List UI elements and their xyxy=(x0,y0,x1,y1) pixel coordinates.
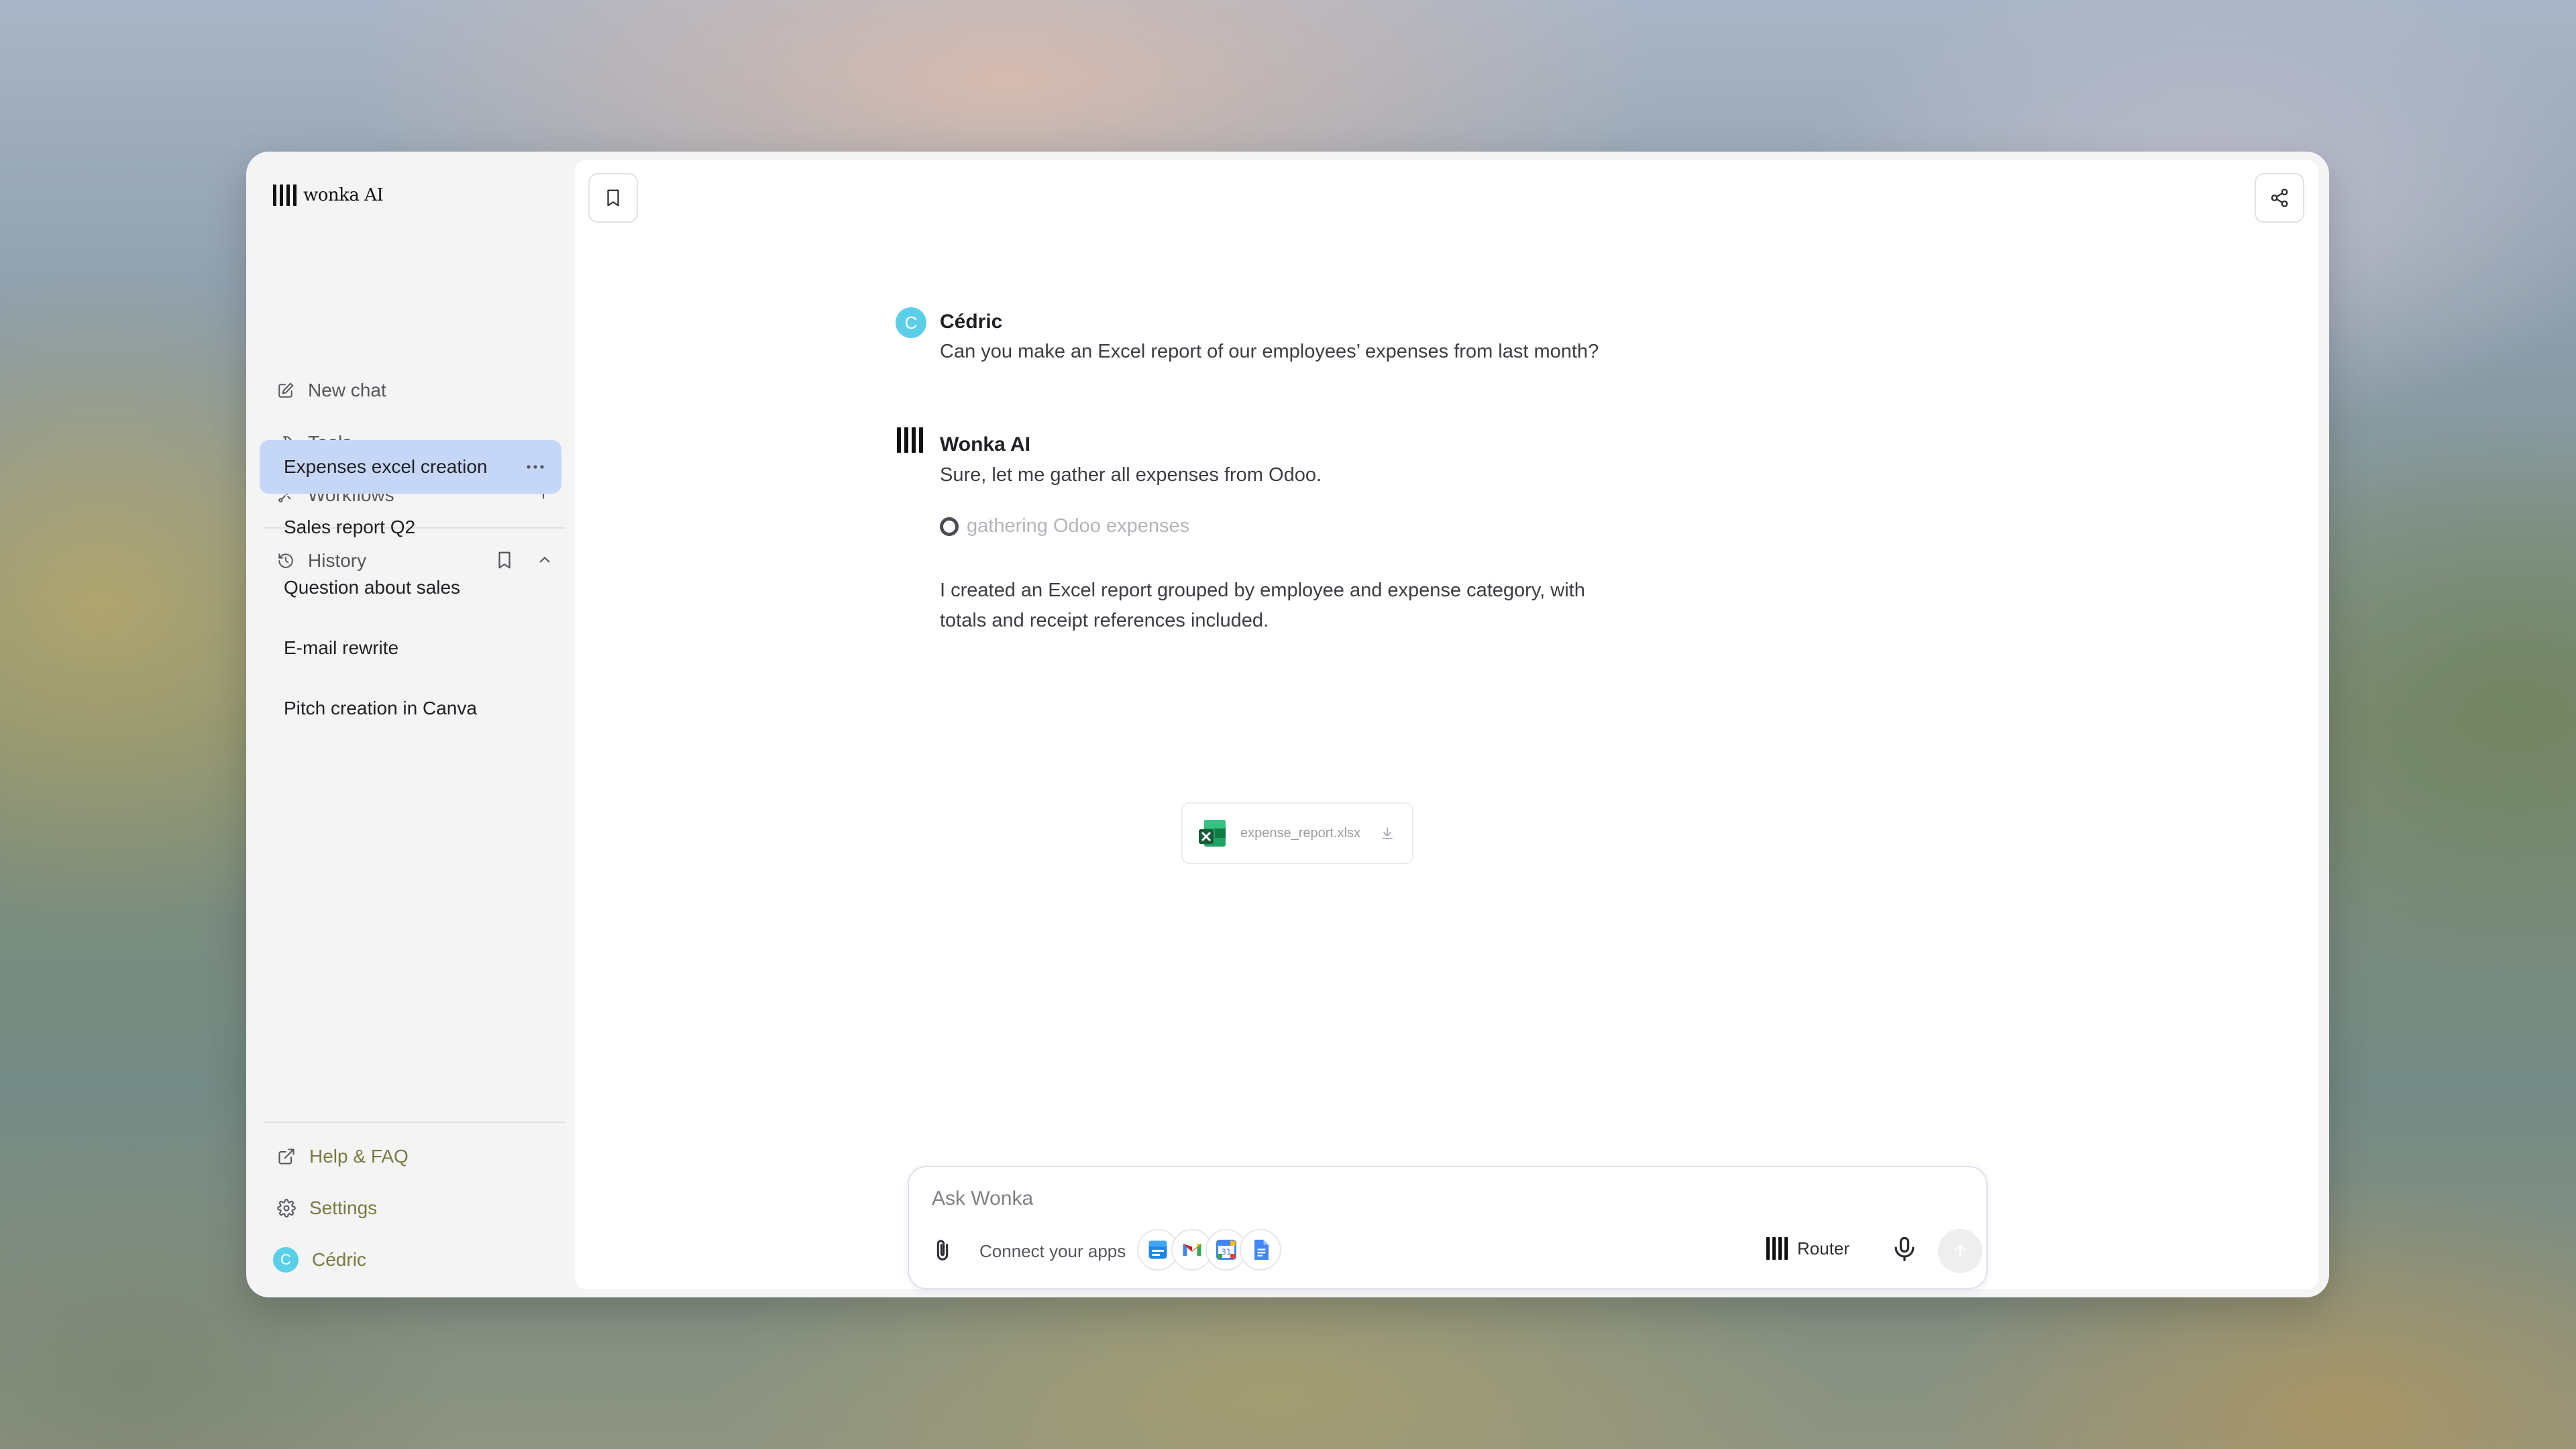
chat-panel: C Cédric Can you make an Excel report of… xyxy=(575,160,2318,1289)
bookmark-chat-button[interactable] xyxy=(588,173,638,223)
history-item-label: Pitch creation in Canva xyxy=(284,698,477,718)
microphone-icon[interactable] xyxy=(1890,1234,1919,1264)
history-item-label: Sales report Q2 xyxy=(284,517,416,537)
router-label: Router xyxy=(1797,1238,1850,1258)
help-faq-link[interactable]: Help & FAQ xyxy=(264,1136,566,1177)
assistant-result-line-1: I created an Excel report grouped by emp… xyxy=(940,580,1585,601)
google-docs-icon xyxy=(1254,1240,1269,1260)
message-input[interactable] xyxy=(932,1182,1871,1216)
user-name: Cédric xyxy=(312,1249,366,1270)
share-icon xyxy=(2271,189,2288,207)
calendar-app-icon xyxy=(1148,1240,1167,1259)
wonka-logo-icon xyxy=(897,427,923,453)
connected-apps[interactable]: 31 xyxy=(1137,1229,1281,1271)
tool-status-text: gathering Odoo expenses xyxy=(967,515,1190,537)
download-icon[interactable] xyxy=(1379,825,1395,841)
attachment-chip[interactable]: expense_report.xlsx xyxy=(1181,802,1413,864)
tool-status: gathering Odoo expenses xyxy=(940,515,1189,537)
svg-text:31: 31 xyxy=(1221,1248,1231,1257)
assistant-result-line-2: totals and receipt references included. xyxy=(940,610,1269,631)
arrow-up-icon xyxy=(1954,1244,1966,1258)
sidebar: wonka AI New chat Tools Workflows Histor… xyxy=(246,152,575,1297)
share-button[interactable] xyxy=(2255,173,2304,223)
more-options-icon[interactable] xyxy=(524,459,547,475)
history-item-label: Expenses excel creation xyxy=(284,456,488,477)
avatar: C xyxy=(896,307,926,338)
new-chat-label: New chat xyxy=(308,380,386,400)
history-item-expenses[interactable]: Expenses excel creation xyxy=(260,440,561,494)
app-logo[interactable]: wonka AI xyxy=(273,178,384,212)
edit-icon xyxy=(278,382,294,398)
excel-file-icon xyxy=(1199,820,1226,847)
connect-apps-label[interactable]: Connect your apps xyxy=(979,1241,1126,1262)
history-item-question-sales[interactable]: Question about sales xyxy=(260,561,561,614)
send-button[interactable] xyxy=(1938,1229,1982,1273)
new-chat-button[interactable]: New chat xyxy=(264,370,566,411)
user-message-text: Can you make an Excel report of our empl… xyxy=(940,341,1599,362)
google-calendar-icon: 31 xyxy=(1216,1240,1236,1260)
bookmark-icon xyxy=(607,189,619,207)
loading-spinner-icon xyxy=(940,517,959,536)
user-profile[interactable]: C Cédric xyxy=(264,1240,566,1280)
external-link-icon xyxy=(278,1148,294,1165)
attachment-filename: expense_report.xlsx xyxy=(1240,825,1360,841)
settings-button[interactable]: Settings xyxy=(264,1188,566,1228)
composer: Connect your apps 31 Router xyxy=(908,1166,1988,1289)
user-message-name: Cédric xyxy=(940,311,1003,333)
wonka-logo-icon xyxy=(273,183,297,207)
settings-label: Settings xyxy=(309,1197,378,1218)
logo-text: wonka AI xyxy=(303,185,384,205)
help-faq-label: Help & FAQ xyxy=(309,1146,409,1167)
paperclip-icon[interactable] xyxy=(929,1237,956,1264)
history-item-pitch-canva[interactable]: Pitch creation in Canva xyxy=(260,682,561,735)
app-circle[interactable] xyxy=(1240,1229,1281,1271)
history-item-sales-report[interactable]: Sales report Q2 xyxy=(260,500,561,554)
avatar: C xyxy=(273,1247,299,1273)
gear-icon xyxy=(277,1199,296,1218)
model-router-selector[interactable]: Router xyxy=(1766,1237,1849,1260)
wonka-logo-icon xyxy=(1766,1237,1788,1260)
gmail-icon xyxy=(1183,1244,1201,1256)
assistant-message-name: Wonka AI xyxy=(940,433,1031,455)
history-item-label: E-mail rewrite xyxy=(284,637,399,658)
history-item-email-rewrite[interactable]: E-mail rewrite xyxy=(260,621,561,675)
history-item-label: Question about sales xyxy=(284,577,461,598)
sidebar-footer-divider xyxy=(264,1122,566,1123)
assistant-intro-text: Sure, let me gather all expenses from Od… xyxy=(940,464,1322,486)
app-window: wonka AI New chat Tools Workflows Histor… xyxy=(246,152,2329,1297)
